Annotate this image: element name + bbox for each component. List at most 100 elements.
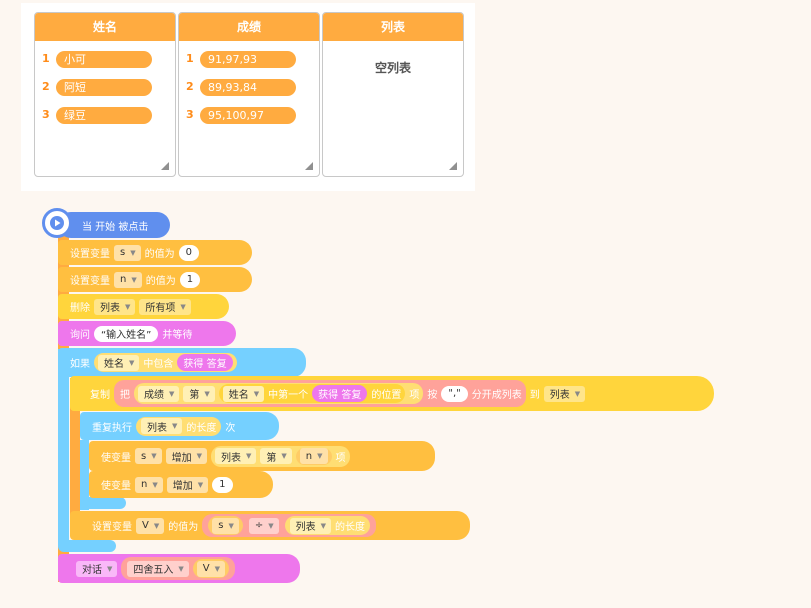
chevron-down-icon: ▼ — [320, 521, 327, 530]
list-monitor-panel: 姓名 1 小可 2 阿短 3 绿豆 成绩 1 91,97,93 2 89,93,… — [21, 3, 475, 191]
variable-reporter[interactable]: s ▼ — [208, 516, 243, 535]
ba-label: 把 — [120, 390, 130, 401]
list-length-reporter[interactable]: 列表 ▼ 的长度 — [136, 416, 222, 436]
divide-reporter[interactable]: s ▼ ÷ ▼ 列表 ▼ 的长度 — [202, 514, 377, 537]
repeat-label: 重复执行 — [92, 422, 132, 434]
value-input[interactable]: 1 — [179, 271, 201, 288]
operation-dropdown[interactable]: 增加 ▼ — [166, 476, 209, 493]
set-variable-n-block[interactable]: 设置变量 n ▼ 的值为 1 — [58, 267, 252, 292]
empty-list-text: 空列表 — [374, 61, 411, 75]
variable-dropdown[interactable]: V ▼ — [136, 517, 165, 534]
item-value[interactable]: 89,93,84 — [200, 79, 296, 96]
variable-dropdown[interactable]: n ▼ — [135, 476, 163, 493]
variable-dropdown[interactable]: V ▼ — [196, 560, 226, 577]
score-list-monitor[interactable]: 成绩 1 91,97,93 2 89,93,84 3 95,100,97 — [178, 12, 320, 177]
item-value[interactable]: 小可 — [56, 51, 152, 68]
chevron-down-icon: ▼ — [172, 422, 178, 430]
play-icon[interactable] — [42, 208, 72, 238]
say-block[interactable]: 对话 ▼ 四舍五入 ▼ V ▼ — [58, 554, 300, 583]
split-to-list-block[interactable]: 复制 把 成绩 ▼ 第 ▼ 姓名 ▼ 中第一个 获得 答复 的位置 项 按 "," 分… — [70, 376, 714, 411]
chevron-down-icon: ▼ — [281, 452, 287, 460]
chevron-down-icon: ▼ — [197, 480, 204, 489]
ask-and-wait-block[interactable]: 询问 “输入姓名” 并等待 — [58, 321, 236, 346]
chevron-down-icon: ▼ — [253, 389, 260, 398]
list-dropdown[interactable]: 成绩 ▼ — [138, 385, 180, 402]
list-dropdown[interactable]: 列表 ▼ — [141, 418, 183, 434]
to-label: 的值为 — [168, 522, 199, 533]
when-start-clicked-block[interactable]: 当 开始 被点击 — [58, 212, 170, 238]
index-of-reporter[interactable]: 姓名 ▼ 中第一个 获得 答复 的位置 — [218, 384, 406, 403]
wait-label: 并等待 — [162, 330, 193, 341]
index-dropdown[interactable]: 第 ▼ — [260, 448, 292, 464]
variable-dropdown[interactable]: s ▼ — [135, 448, 162, 464]
resize-handle-icon[interactable] — [449, 162, 457, 170]
list-dropdown[interactable]: 姓名 ▼ — [222, 385, 265, 402]
variable-dropdown[interactable]: n ▼ — [299, 448, 328, 464]
list-item-reporter[interactable]: 列表 ▼ 第 ▼ n ▼ 项 — [211, 445, 350, 467]
which-items-dropdown[interactable]: 所有项 ▼ — [139, 298, 191, 315]
round-dropdown[interactable]: 四舍五入 ▼ — [127, 560, 189, 577]
list-item: 2 89,93,84 — [179, 71, 319, 99]
item-value[interactable]: 91,97,93 — [200, 51, 296, 68]
variable-dropdown[interactable]: s ▼ — [114, 244, 141, 261]
chevron-down-icon: ▼ — [178, 564, 184, 573]
chevron-down-icon: ▼ — [151, 452, 157, 460]
if-block[interactable]: 如果 姓名 ▼ 中包含 获得 答复 — [58, 348, 306, 377]
answer-reporter[interactable]: 获得 答复 — [312, 385, 368, 402]
position-label: 的位置 — [371, 390, 402, 401]
chevron-down-icon: ▼ — [107, 564, 113, 573]
operation-dropdown[interactable]: 增加 ▼ — [165, 448, 207, 464]
answer-reporter[interactable]: 获得 答复 — [177, 354, 233, 371]
value-input[interactable]: 0 — [178, 244, 199, 261]
list-dropdown[interactable]: 列表 ▼ — [289, 517, 332, 534]
list-item: 2 阿短 — [35, 71, 175, 99]
index-dropdown[interactable]: 第 ▼ — [183, 385, 215, 402]
chevron-down-icon: ▼ — [246, 452, 252, 460]
result-list-monitor[interactable]: 列表 空列表 — [322, 12, 464, 177]
repeat-block[interactable]: 重复执行 列表 ▼ 的长度 次 — [80, 412, 279, 440]
variable-dropdown[interactable]: s ▼ — [212, 517, 239, 534]
list-item-reporter[interactable]: 成绩 ▼ 第 ▼ 姓名 ▼ 中第一个 获得 答复 的位置 项 — [134, 383, 424, 404]
ask-label: 询问 — [70, 330, 90, 341]
separator-input[interactable]: "," — [441, 385, 468, 402]
item-value[interactable]: 阿短 — [56, 79, 152, 96]
list-title: 成绩 — [179, 13, 319, 41]
list-dropdown[interactable]: 列表 ▼ — [94, 298, 136, 315]
item-index: 1 — [186, 52, 194, 65]
chevron-down-icon: ▼ — [574, 389, 581, 398]
resize-handle-icon[interactable] — [161, 162, 169, 170]
change-variable-s-block[interactable]: 使变量 s ▼ 增加 ▼ 列表 ▼ 第 ▼ n ▼ 项 — [89, 441, 435, 471]
list-dropdown[interactable]: 姓名 ▼ — [98, 354, 140, 371]
variable-reporter[interactable]: V ▼ — [192, 559, 230, 578]
set-variable-s-block[interactable]: 设置变量 s ▼ 的值为 0 — [58, 240, 252, 265]
variable-dropdown[interactable]: n ▼ — [114, 271, 142, 288]
to-label: 的值为 — [144, 249, 175, 260]
target-list-dropdown[interactable]: 列表 ▼ — [543, 385, 586, 402]
list-item: 3 95,100,97 — [179, 99, 319, 127]
name-list-monitor[interactable]: 姓名 1 小可 2 阿短 3 绿豆 — [34, 12, 176, 177]
question-input[interactable]: “输入姓名” — [94, 325, 159, 342]
to-label: 的值为 — [145, 276, 176, 287]
chevron-down-icon: ▼ — [129, 358, 135, 367]
chevron-down-icon: ▼ — [268, 521, 274, 530]
first-label: 中第一个 — [268, 390, 309, 401]
resize-handle-icon[interactable] — [305, 162, 313, 170]
item-value[interactable]: 绿豆 — [56, 107, 152, 124]
change-variable-n-block[interactable]: 使变量 n ▼ 增加 ▼ 1 — [89, 471, 273, 498]
chevron-down-icon: ▼ — [131, 275, 137, 284]
say-dropdown[interactable]: 对话 ▼ — [76, 560, 118, 577]
value-input[interactable]: 1 — [212, 476, 233, 493]
list-contains-reporter[interactable]: 姓名 ▼ 中包含 获得 答复 — [94, 353, 237, 372]
round-reporter[interactable]: 四舍五入 ▼ V ▼ — [121, 557, 236, 580]
item-value[interactable]: 95,100,97 — [200, 107, 296, 124]
delete-list-items-block[interactable]: 删除 列表 ▼ 所有项 ▼ — [58, 294, 229, 319]
set-variable-v-block[interactable]: 设置变量 V ▼ 的值为 s ▼ ÷ ▼ 列表 ▼ 的长度 — [70, 511, 470, 540]
chevron-down-icon: ▼ — [214, 564, 221, 573]
operator-dropdown[interactable]: ÷ ▼ — [248, 517, 279, 534]
list-item: 1 91,97,93 — [179, 43, 319, 71]
length-label: 的长度 — [186, 422, 217, 434]
variable-reporter[interactable]: n ▼ — [295, 447, 332, 465]
split-reporter[interactable]: 把 成绩 ▼ 第 ▼ 姓名 ▼ 中第一个 获得 答复 的位置 项 按 "," 分开成列… — [114, 380, 526, 407]
list-dropdown[interactable]: 列表 ▼ — [215, 448, 257, 464]
list-length-reporter[interactable]: 列表 ▼ 的长度 — [284, 516, 371, 535]
